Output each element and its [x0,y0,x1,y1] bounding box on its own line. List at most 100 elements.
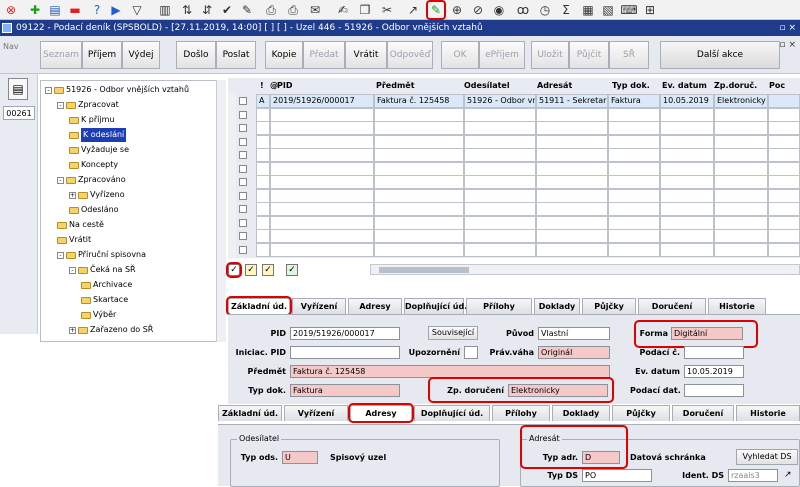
tree-item[interactable]: K odeslání [69,128,127,142]
column-header[interactable]: Předmět [376,78,415,94]
tree-item[interactable]: - 51926 - Odbor vnějších vztahů [45,83,189,97]
column-header[interactable]: Poc [769,78,785,94]
window-controls[interactable]: ▫ × [779,20,796,36]
collapse-icon[interactable]: - [57,101,64,109]
next-icon[interactable]: ▶ [108,2,124,18]
expand-icon[interactable]: + [69,191,76,199]
eye-icon[interactable]: ◉ [491,2,507,18]
tab-adresy[interactable]: Adresy [348,298,402,314]
filter-toggle-red[interactable]: ✓ [226,262,242,278]
tab-dopln-uji-ci-u-d[interactable]: Doplňující úd. [414,405,490,421]
tab-pu-jc-ky[interactable]: Půjčky [582,298,636,314]
glasses-icon[interactable]: ꝏ [515,2,531,18]
filter-toggle-green[interactable]: ✓ [286,264,298,276]
excel-icon[interactable]: ▦ [580,2,596,18]
tab-pr-i-lohy[interactable]: Přílohy [466,298,532,314]
tree-item[interactable]: - Zpracováno [57,173,126,187]
nav-label[interactable]: Nav [3,42,19,51]
open-external-icon[interactable]: ↗ [405,2,421,18]
row-checkbox[interactable] [239,97,247,105]
tree-item[interactable]: - Čeká na SŘ [69,263,136,277]
ev-date-field[interactable]: 10.05.2019 [684,365,744,378]
subject-field[interactable]: Faktura č. 125458 [290,365,610,378]
copy-icon[interactable]: ❐ [357,2,373,18]
tree-item[interactable]: Vyžaduje se [69,143,129,157]
tab-pr-i-lohy[interactable]: Přílohy [492,405,550,421]
tree-item[interactable]: Koncepty [69,158,118,172]
scroll-thumb[interactable] [379,267,469,273]
kopie-button[interactable]: Kopie [265,41,303,69]
delivery-field[interactable]: Elektronicky [508,384,608,397]
recipient-type-field[interactable]: D [582,451,620,464]
tools-icon[interactable]: ✎ [239,2,255,18]
more-actions-button[interactable]: Další akce [660,41,780,69]
tab-adresy[interactable]: Adresy [348,403,414,423]
column-header[interactable]: Odesílatel [464,78,510,94]
tree-item[interactable]: Odesláno [69,203,119,217]
close-icon[interactable]: ⊗ [3,2,19,18]
tree-item[interactable]: Archivace [81,278,132,292]
row-checkbox[interactable] [239,191,247,200]
tab-historie[interactable]: Historie [708,298,766,314]
sr-button[interactable]: SŘ [609,41,649,69]
tab-vyr-i-zeni[interactable]: Vyřízení [292,298,346,314]
odpoved-button[interactable]: Odpověď [387,41,433,69]
row-checkbox[interactable] [239,151,247,159]
eprijem-button[interactable]: ePříjem [479,41,525,69]
tab-doklady[interactable]: Doklady [552,405,610,421]
attach-icon[interactable]: ✎ [426,0,446,20]
column-header[interactable]: Ev. datum [662,78,707,94]
tab-za-kladni-u-d[interactable]: Základní úd. [218,405,282,421]
filing-number-field[interactable] [684,346,744,359]
collapse-icon[interactable]: - [45,86,52,94]
mail-icon[interactable]: ✉ [307,2,323,18]
sender-type-field[interactable]: U [282,451,318,464]
row-checkbox[interactable] [239,218,247,227]
pujcit-button[interactable]: Půjčit [569,41,609,69]
tree-item[interactable]: - Zpracovat [57,98,119,112]
add-icon[interactable]: ✚ [27,2,43,18]
tree-item[interactable]: Skartace [81,293,128,307]
form-field[interactable]: Digitální [671,327,743,340]
keyboard-icon[interactable]: ⌨ [620,2,637,18]
poslat-button[interactable]: Poslat [216,41,256,69]
tree-scrollbar[interactable] [216,80,226,342]
open-link-icon[interactable]: ↗ [784,470,792,480]
legal-weight-field[interactable]: Originál [538,346,610,359]
document-number[interactable]: 00261 [3,106,35,120]
tree-icon[interactable]: ⊞ [642,2,658,18]
row-checkbox[interactable] [239,205,247,213]
cut-icon[interactable]: ✂ [379,2,395,18]
row-checkbox[interactable] [239,232,247,240]
init-pid-field[interactable] [290,346,400,359]
predat-button[interactable]: Předat [303,41,345,69]
column-header[interactable]: Typ dok. [612,78,650,94]
column-header[interactable]: Adresát [537,78,572,94]
collapse-icon[interactable]: - [69,266,76,274]
ds-type-field[interactable]: PO [582,469,652,482]
globe-icon[interactable]: ⊕ [449,2,465,18]
find-ds-button[interactable]: Vyhledat DS [736,449,798,465]
column-header[interactable]: PID [277,78,292,94]
collapse-icon[interactable]: - [57,251,64,259]
column-header[interactable]: Zp.doruč. [714,78,757,94]
prijem-button[interactable]: Příjem [82,41,122,69]
vydej-button[interactable]: Výdej [122,41,160,69]
document-icon[interactable]: ▤ [8,78,28,100]
tab-dopln-uji-ci-u-d[interactable]: Doplňující úd. [404,298,467,314]
ds-ident-field[interactable]: rzaais3 [728,469,778,482]
row-checkbox[interactable] [239,137,247,146]
grid-vertical-scrollbar[interactable] [228,94,236,258]
filing-date-field[interactable] [684,384,744,397]
collapse-icon[interactable]: - [57,176,64,184]
tree-item[interactable]: + Zařazeno do SŘ [69,323,153,337]
vratit-button[interactable]: Vrátit [345,41,387,69]
window-controls[interactable]: ▫ × [779,40,796,50]
save-icon[interactable]: ▤ [47,2,63,18]
doslo-button[interactable]: Došlo [176,41,216,69]
tree-item[interactable]: - Příruční spisovna [57,248,146,262]
grid-horizontal-scrollbar[interactable] [370,264,800,275]
tree-item[interactable]: K příjmu [69,113,114,127]
tree-item[interactable]: Výběr [81,308,116,322]
row-checkbox[interactable] [239,124,247,132]
